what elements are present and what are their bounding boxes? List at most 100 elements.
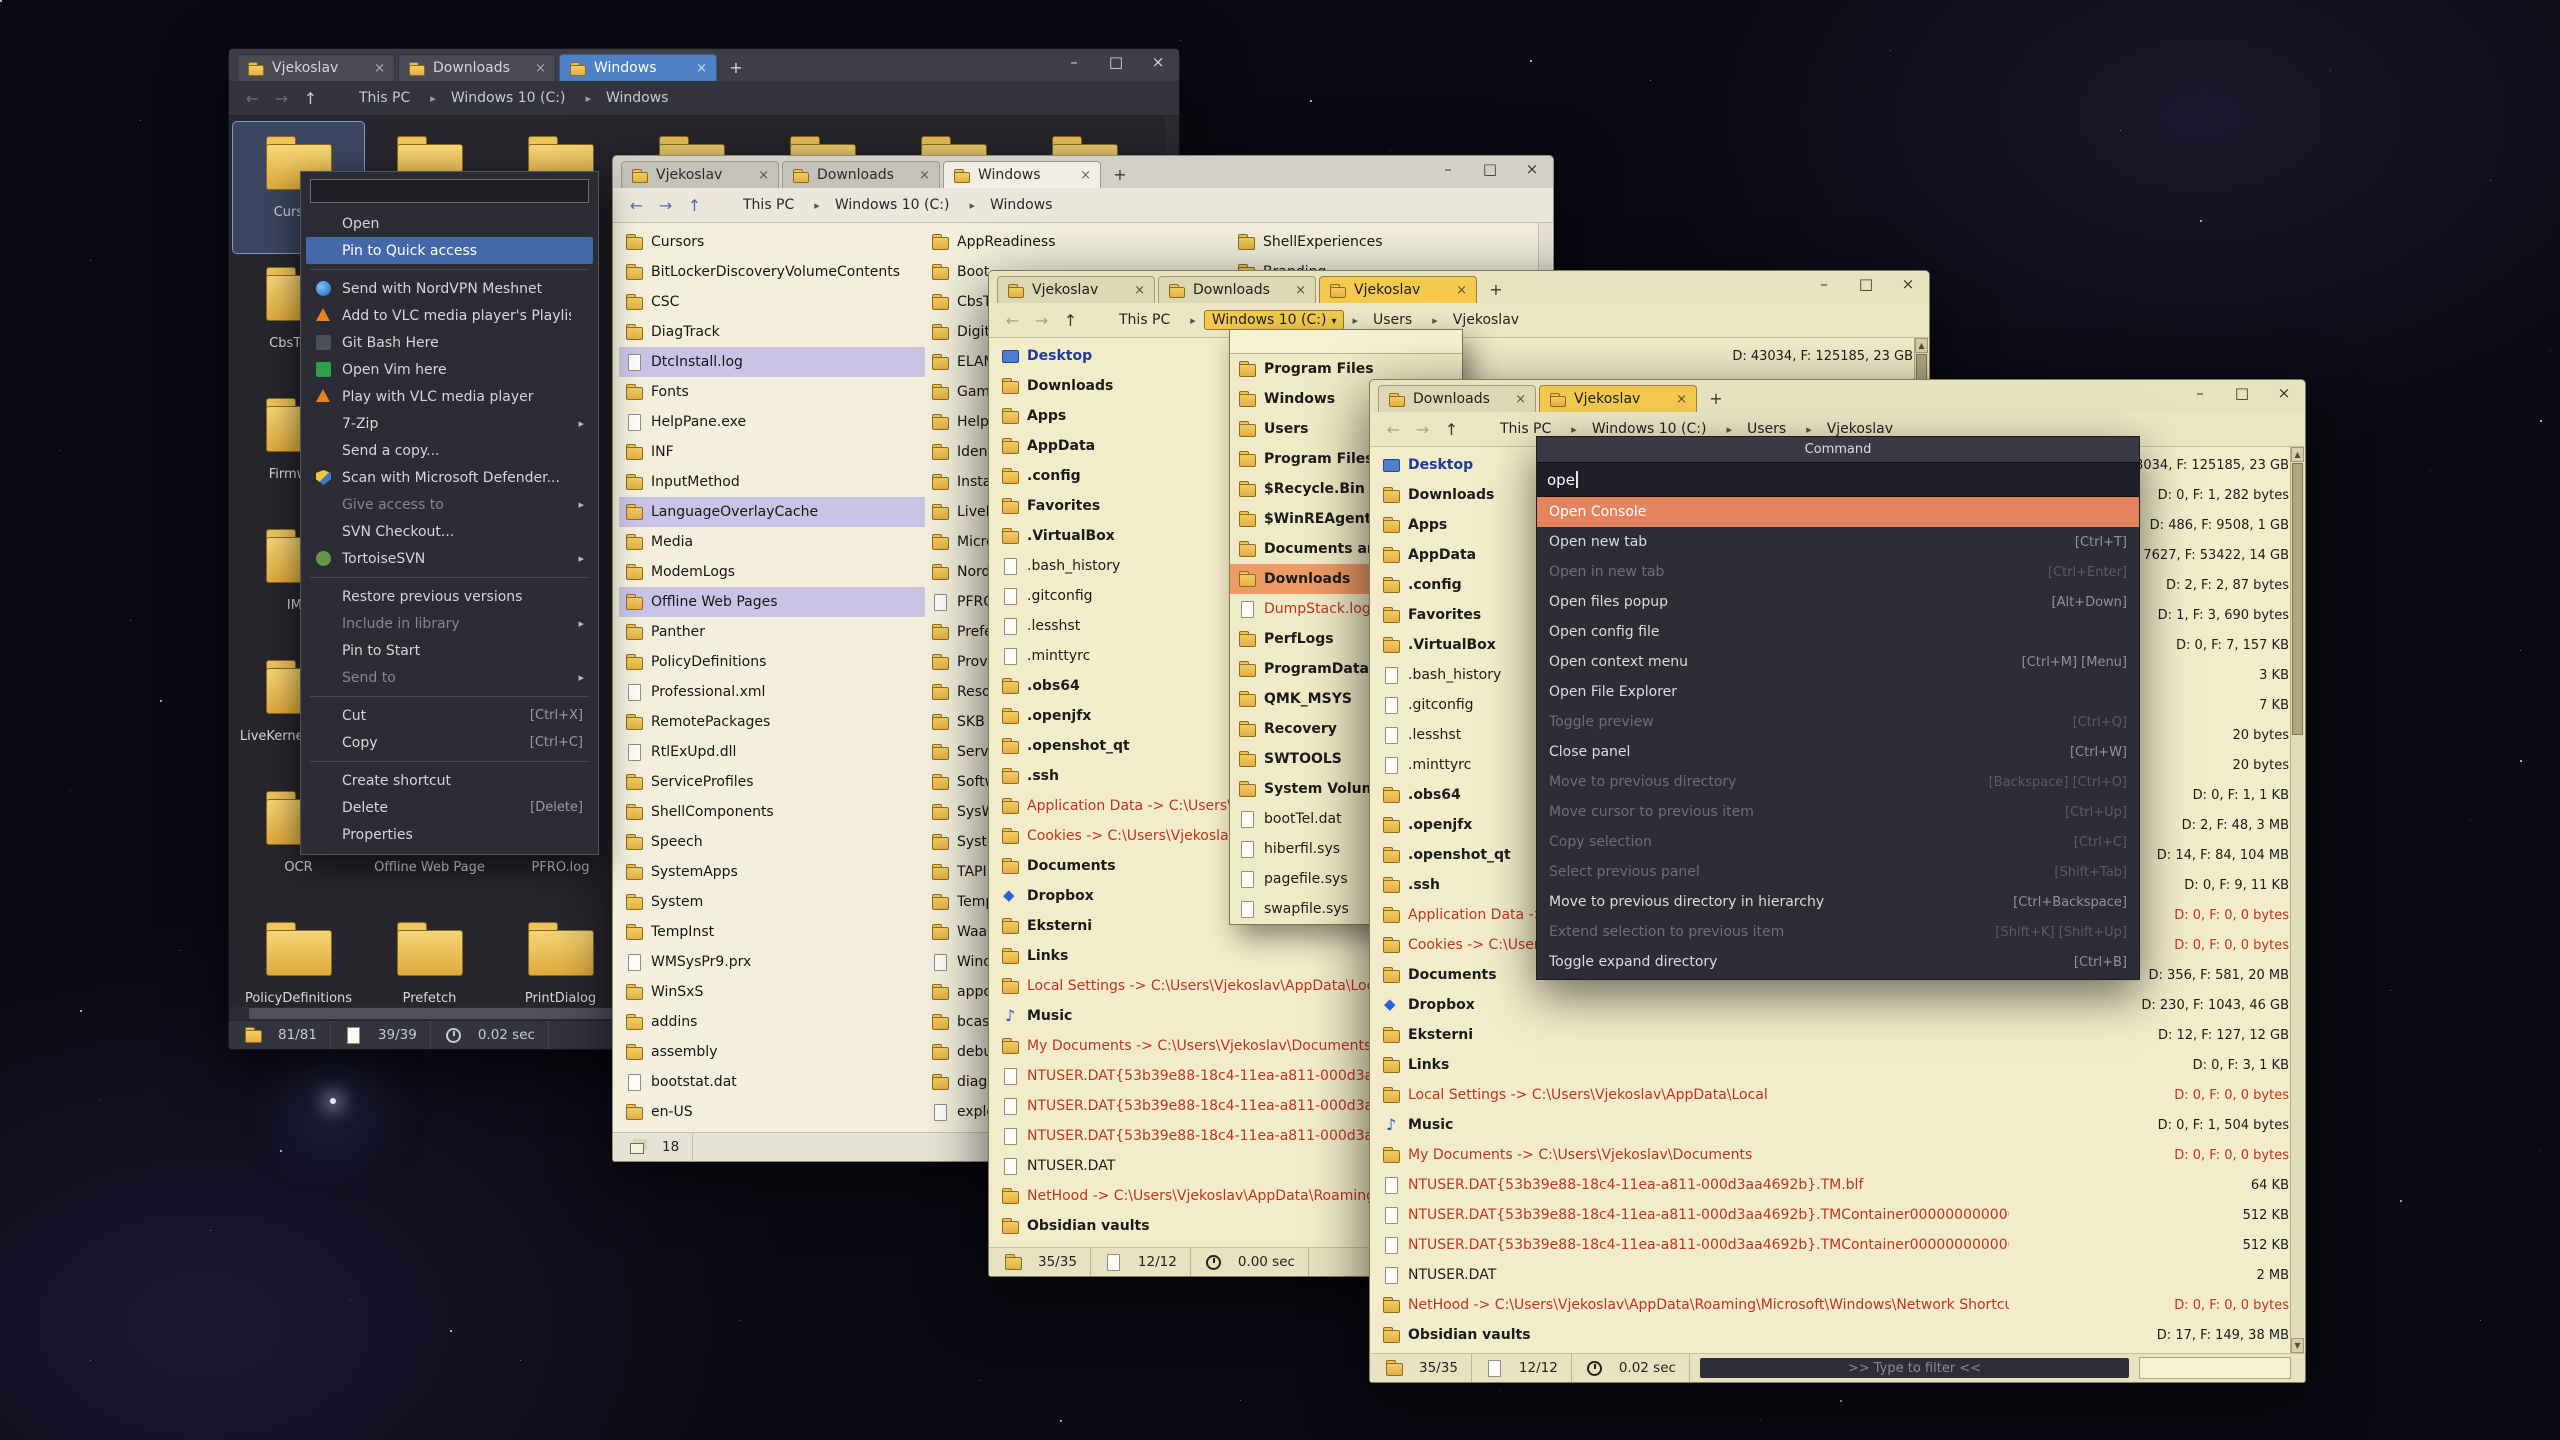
breadcrumb-link[interactable]: Users [1366,310,1424,330]
type-to-filter-bar[interactable]: >> Type to filter << [1700,1358,2129,1378]
file-row[interactable]: NetHood -> C:\Users\Vjekoslav\AppData\Ro… [1376,1290,2291,1320]
tab-close-icon[interactable]: × [374,61,385,76]
file-row[interactable]: DiagTrack [619,317,925,347]
file-row[interactable]: INF [619,437,925,467]
menu-item[interactable]: Create shortcut [306,767,593,794]
tab-close-icon[interactable]: × [1676,392,1687,407]
minimize-button[interactable]: – [1803,271,1845,297]
file-row[interactable]: Panther [619,617,925,647]
up-button[interactable]: ↑ [1057,311,1084,330]
tab-close-icon[interactable]: × [1134,283,1145,298]
menu-item[interactable]: Add to VLC media player's Playlist [306,302,593,329]
forward-button[interactable]: → [1409,420,1436,439]
file-row[interactable]: System [619,887,925,917]
command-item[interactable]: Open Console [1537,497,2139,527]
breadcrumb-link[interactable]: Vjekoslav [1446,310,1531,330]
menu-item[interactable]: Play with VLC media player [306,383,593,410]
scrollbar-thumb[interactable] [249,1008,670,1019]
tab-close-icon[interactable]: × [1295,283,1306,298]
file-row[interactable]: TempInst [619,917,925,947]
tab-close-icon[interactable]: × [1080,168,1091,183]
tab[interactable]: Vjekoslav × [997,276,1155,303]
command-item[interactable]: Move to previous directory [Backspace] [… [1537,767,2139,797]
close-button[interactable]: × [1887,271,1929,297]
context-menu-filter-input[interactable] [310,179,589,203]
new-tab-button[interactable]: + [1483,278,1509,301]
file-row[interactable]: NTUSER.DAT{53b39e88-18c4-11ea-a811-000d3… [1376,1170,2291,1200]
tab-close-icon[interactable]: × [1515,392,1526,407]
dropdown-filter-input[interactable] [1230,330,1462,354]
file-row[interactable]: Media [619,527,925,557]
menu-item[interactable]: Open [306,210,593,237]
file-row[interactable]: Professional.xml [619,677,925,707]
minimize-button[interactable]: – [2179,380,2221,406]
file-row[interactable]: SystemApps [619,857,925,887]
menu-item[interactable]: Delete [Delete] [306,794,593,821]
file-row[interactable]: BitLockerDiscoveryVolumeContents [619,257,925,287]
command-item[interactable]: Move to previous directory in hierarchy … [1537,887,2139,917]
breadcrumb-link[interactable]: Windows [983,195,1065,215]
window-titlebar[interactable]: Vjekoslav × Downloads × Vjekoslav × + – … [989,271,1929,303]
minimize-button[interactable]: – [1053,49,1095,75]
file-row[interactable]: ServiceProfiles [619,767,925,797]
tab[interactable]: Windows × [943,161,1101,188]
file-row[interactable]: bootstat.dat [619,1067,925,1097]
command-item[interactable]: Toggle preview [Ctrl+Q] [1537,707,2139,737]
scroll-up-icon[interactable]: ▲ [2291,447,2304,462]
menu-item[interactable]: 7-Zip ▸ [306,410,593,437]
tab[interactable]: Vjekoslav × [237,54,395,81]
command-item[interactable]: Close panel [Ctrl+W] [1537,737,2139,767]
tab[interactable]: Downloads × [398,54,556,81]
file-row[interactable]: ShellExperiences [1231,227,1537,257]
tab[interactable]: Windows × [559,54,717,81]
menu-item[interactable]: Git Bash Here [306,329,593,356]
file-row[interactable]: WMSysPr9.prx [619,947,925,977]
close-button[interactable]: × [1137,49,1179,75]
tab-close-icon[interactable]: × [919,168,930,183]
menu-item[interactable]: Properties [306,821,593,848]
up-button[interactable]: ↑ [1438,420,1465,439]
tab-close-icon[interactable]: × [696,61,707,76]
maximize-button[interactable]: □ [1469,156,1511,182]
file-row[interactable]: InputMethod [619,467,925,497]
command-item[interactable]: Open config file [1537,617,2139,647]
menu-item[interactable]: Send with NordVPN Meshnet [306,275,593,302]
scroll-up-icon[interactable]: ▲ [1915,338,1928,353]
file-row[interactable]: NTUSER.DAT 2 MB [1376,1260,2291,1290]
file-row[interactable]: WinSxS [619,977,925,1007]
scroll-down-icon[interactable]: ▼ [2291,1338,2304,1353]
file-row[interactable]: Cursors [619,227,925,257]
status-input[interactable] [2139,1357,2291,1379]
file-row[interactable]: Links D: 0, F: 3, 1 KB [1376,1050,2291,1080]
file-row[interactable]: NTUSER.DAT{53b39e88-18c4-11ea-a811-000d3… [1376,1200,2291,1230]
forward-button[interactable]: → [652,196,679,215]
tab[interactable]: Vjekoslav × [1539,385,1697,412]
file-row[interactable]: Offline Web Pages [619,587,925,617]
breadcrumb-link[interactable]: Windows 10 (C:) [444,88,578,108]
breadcrumb-link[interactable]: Windows [599,88,681,108]
command-item[interactable]: Copy selection [Ctrl+C] [1537,827,2139,857]
file-row[interactable]: Music D: 0, F: 1, 504 bytes [1376,1110,2291,1140]
forward-button[interactable]: → [1028,311,1055,330]
file-row[interactable]: Eksterni D: 12, F: 127, 12 GB [1376,1020,2291,1050]
file-row[interactable]: ShellComponents [619,797,925,827]
tab[interactable]: Vjekoslav × [621,161,779,188]
new-tab-button[interactable]: + [723,56,749,79]
close-button[interactable]: × [2263,380,2305,406]
file-row[interactable]: DtcInstall.log [619,347,925,377]
menu-item[interactable] [310,577,589,578]
file-row[interactable]: addins [619,1007,925,1037]
tab-close-icon[interactable]: × [535,61,546,76]
file-row[interactable]: RemotePackages [619,707,925,737]
file-row[interactable]: My Documents -> C:\Users\Vjekoslav\Docum… [1376,1140,2291,1170]
file-row[interactable]: HelpPane.exe [619,407,925,437]
tab[interactable]: Downloads × [1158,276,1316,303]
menu-item[interactable] [310,761,589,762]
grid-item[interactable]: Prefetch [364,908,495,1020]
close-button[interactable]: × [1511,156,1553,182]
file-row[interactable]: RtlExUpd.dll [619,737,925,767]
file-row[interactable]: assembly [619,1037,925,1067]
back-button[interactable]: ← [623,196,650,215]
command-item[interactable]: Open files popup [Alt+Down] [1537,587,2139,617]
command-item[interactable]: Open in new tab [Ctrl+Enter] [1537,557,2139,587]
